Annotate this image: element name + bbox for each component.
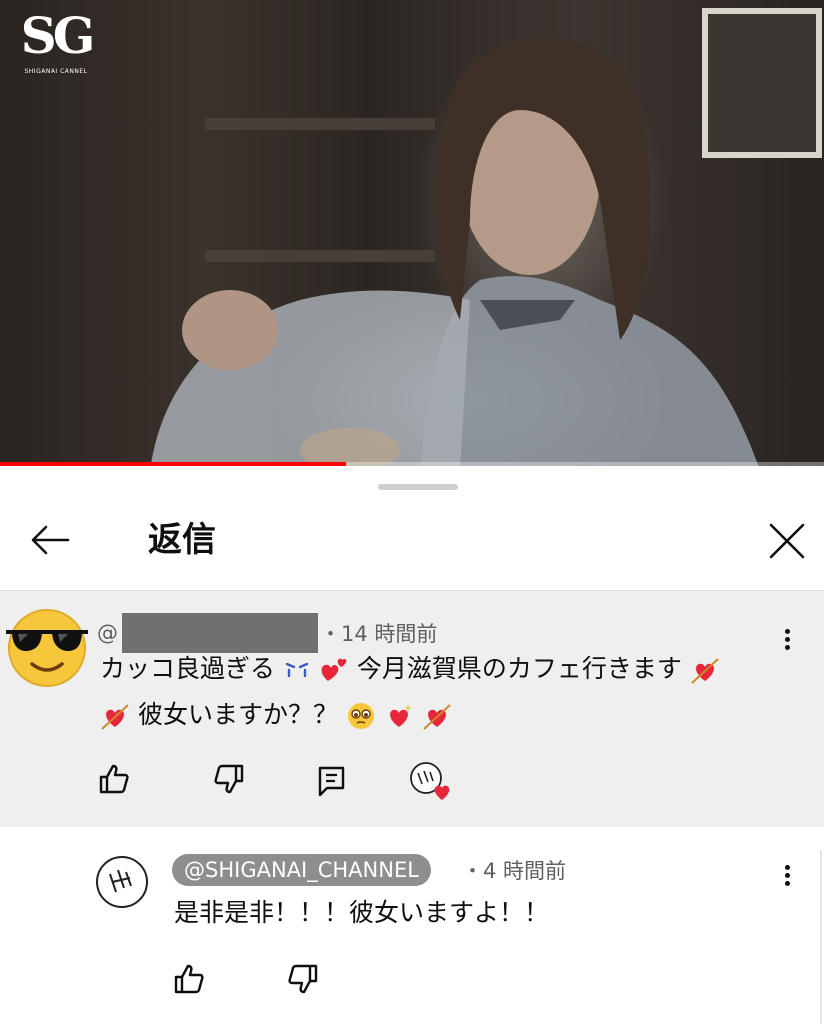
redacted-handle	[122, 613, 318, 653]
crying-face-icon	[285, 662, 309, 678]
more-vert-icon[interactable]	[782, 862, 792, 892]
logo-mark: SG	[20, 6, 96, 65]
reply-text: 是非是非！！！彼女いますよ！！	[174, 898, 550, 927]
dislike-icon[interactable]	[212, 762, 246, 796]
thread-line	[820, 850, 822, 1024]
video-player[interactable]: SG SHIGANAI CANNEL	[0, 0, 824, 466]
comment-handle-prefix: @	[97, 621, 118, 645]
sunglasses-face-icon[interactable]	[4, 604, 90, 690]
sheet-title: 返信	[148, 520, 216, 560]
drag-handle[interactable]	[378, 484, 458, 490]
two-hearts-icon	[321, 658, 347, 681]
comment-text-part2: 今月滋賀県のカフェ行きます	[356, 654, 682, 683]
more-vert-icon[interactable]	[782, 626, 792, 656]
channel-logo-icon	[109, 869, 132, 893]
comment-time: ・14 時間前	[320, 622, 438, 646]
like-icon[interactable]	[97, 762, 131, 796]
dislike-icon[interactable]	[286, 962, 320, 996]
person-silhouette	[150, 37, 759, 466]
heart-arrow-icon	[101, 704, 129, 730]
reply-time: ・4 時間前	[462, 859, 567, 883]
channel-logo: SG SHIGANAI CANNEL	[20, 6, 96, 75]
sparkling-heart-icon	[389, 704, 412, 727]
channel-handle-chip[interactable]: @SHIGANAI_CHANNEL	[172, 854, 431, 886]
comment-text-line1: カッコ良過ぎる 今月滋賀県のカフェ行きます	[100, 654, 720, 685]
like-icon[interactable]	[172, 962, 206, 996]
comment-text-part1: カッコ良過ぎる	[100, 654, 276, 683]
heart-arrow-icon	[691, 658, 719, 684]
comment-text-line2: 彼女いますか？？	[100, 700, 452, 731]
comment-text-part3: 彼女いますか？？	[137, 700, 338, 729]
creator-heart-icon	[410, 762, 450, 800]
reply-comment-icon[interactable]	[315, 764, 349, 798]
heart-arrow-icon	[423, 704, 451, 730]
comment-meta: @ ・14 時間前	[97, 613, 438, 653]
pleading-face-icon	[347, 703, 374, 729]
close-icon[interactable]	[766, 520, 808, 562]
arrow-left-icon[interactable]	[28, 520, 72, 560]
logo-subtitle: SHIGANAI CANNEL	[24, 68, 88, 75]
channel-avatar[interactable]	[96, 856, 148, 908]
